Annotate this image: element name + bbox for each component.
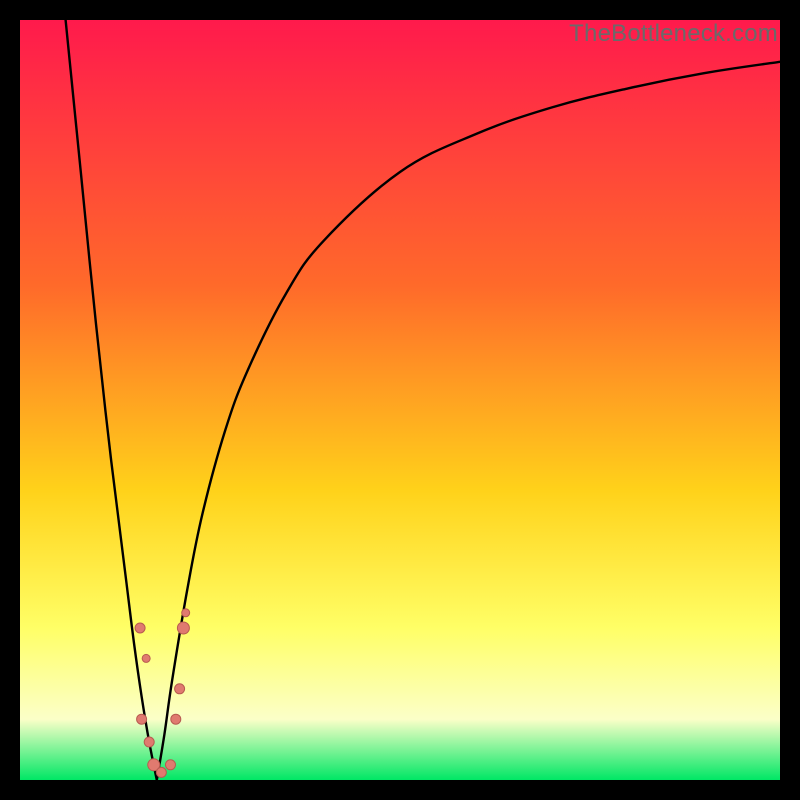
marker-6 [165,760,175,770]
watermark-text: TheBottleneck.com [569,20,778,48]
marker-7 [171,714,181,724]
marker-8 [175,684,185,694]
marker-10 [182,609,190,617]
marker-9 [177,622,189,634]
marker-5 [156,767,166,777]
marker-1 [142,654,150,662]
chart-svg [20,20,780,780]
chart-frame: TheBottleneck.com [20,20,780,780]
marker-0 [135,623,145,633]
marker-3 [144,737,154,747]
marker-2 [137,714,147,724]
gradient-background [20,20,780,780]
